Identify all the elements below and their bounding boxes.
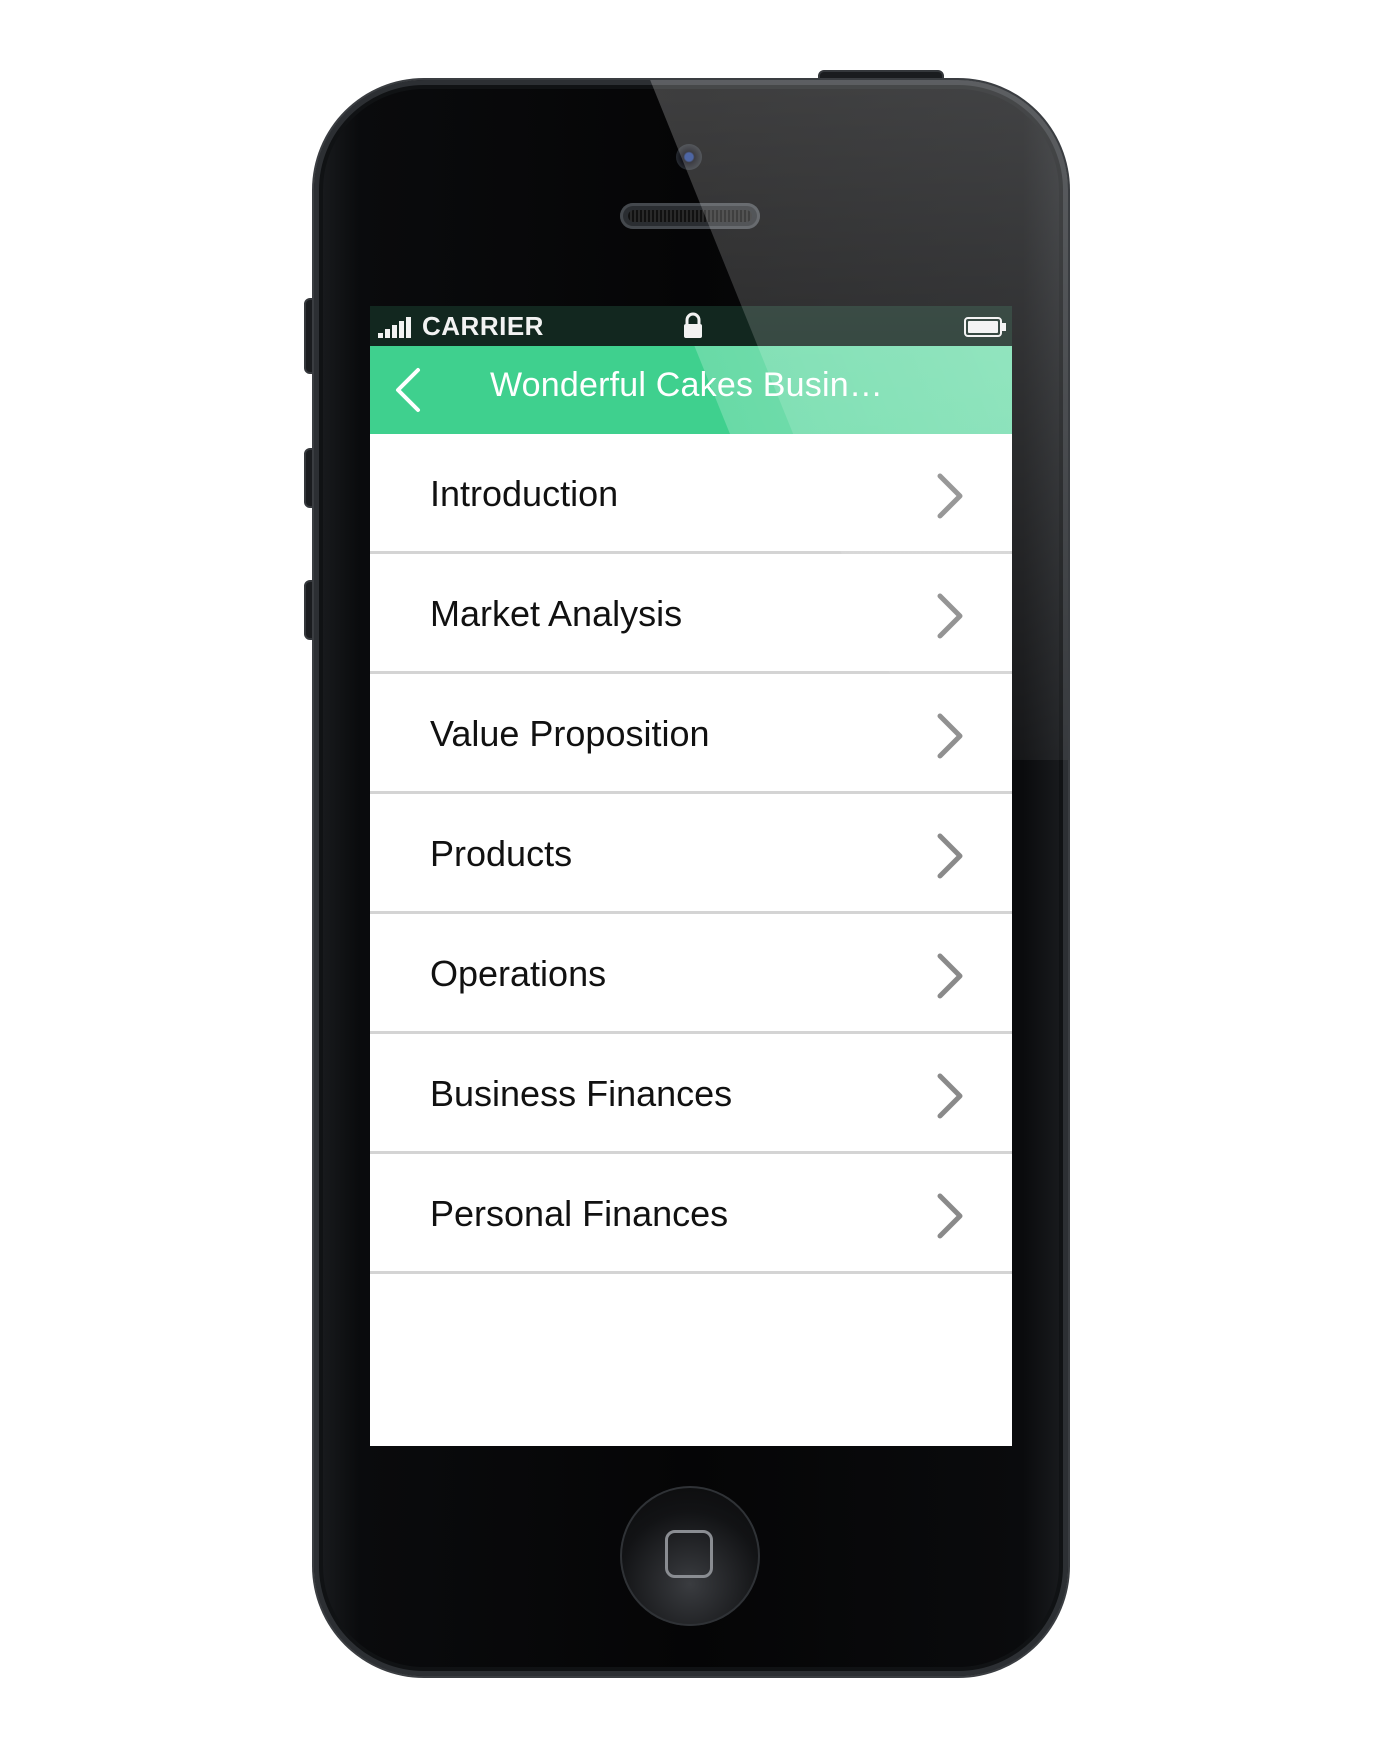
chevron-right-icon [937, 593, 963, 639]
lock-icon [684, 312, 702, 338]
list-item-business-finances[interactable]: Business Finances [370, 1034, 1012, 1154]
list-item-personal-finances[interactable]: Personal Finances [370, 1154, 1012, 1274]
list-item-label: Operations [430, 953, 607, 994]
list-item-label: Products [430, 833, 573, 874]
list-item-introduction[interactable]: Introduction [370, 434, 1012, 554]
earpiece-speaker [620, 203, 760, 229]
chevron-right-icon [937, 473, 963, 519]
list-item-label: Value Proposition [430, 713, 710, 754]
chevron-right-icon [937, 1193, 963, 1239]
list-item-products[interactable]: Products [370, 794, 1012, 914]
list-item-value-proposition[interactable]: Value Proposition [370, 674, 1012, 794]
page-title: Wonderful Cakes Busin… [490, 366, 884, 404]
list-item-label: Market Analysis [430, 593, 683, 634]
list-item-market-analysis[interactable]: Market Analysis [370, 554, 1012, 674]
battery-icon [964, 317, 1006, 337]
app-screen: CARRIER Wonderful Cakes Busin… Introduct… [370, 306, 1012, 1446]
chevron-right-icon [937, 833, 963, 879]
list-item-label: Business Finances [430, 1073, 733, 1114]
list-item-label: Personal Finances [430, 1193, 729, 1234]
signal-bars-icon [378, 316, 411, 338]
status-bar: CARRIER [370, 306, 1012, 346]
home-square-icon [665, 1530, 713, 1578]
list-item-operations[interactable]: Operations [370, 914, 1012, 1034]
home-button[interactable] [620, 1486, 760, 1626]
carrier-label: CARRIER [422, 311, 544, 341]
chevron-left-icon[interactable] [388, 362, 428, 418]
chevron-right-icon [937, 1073, 963, 1119]
chevron-right-icon [937, 953, 963, 999]
front-camera [676, 144, 702, 170]
chevron-right-icon [937, 713, 963, 759]
section-list: Introduction Market Analysis Value Propo… [370, 434, 1012, 1274]
navigation-bar: Wonderful Cakes Busin… [370, 346, 1012, 434]
list-item-label: Introduction [430, 473, 619, 514]
